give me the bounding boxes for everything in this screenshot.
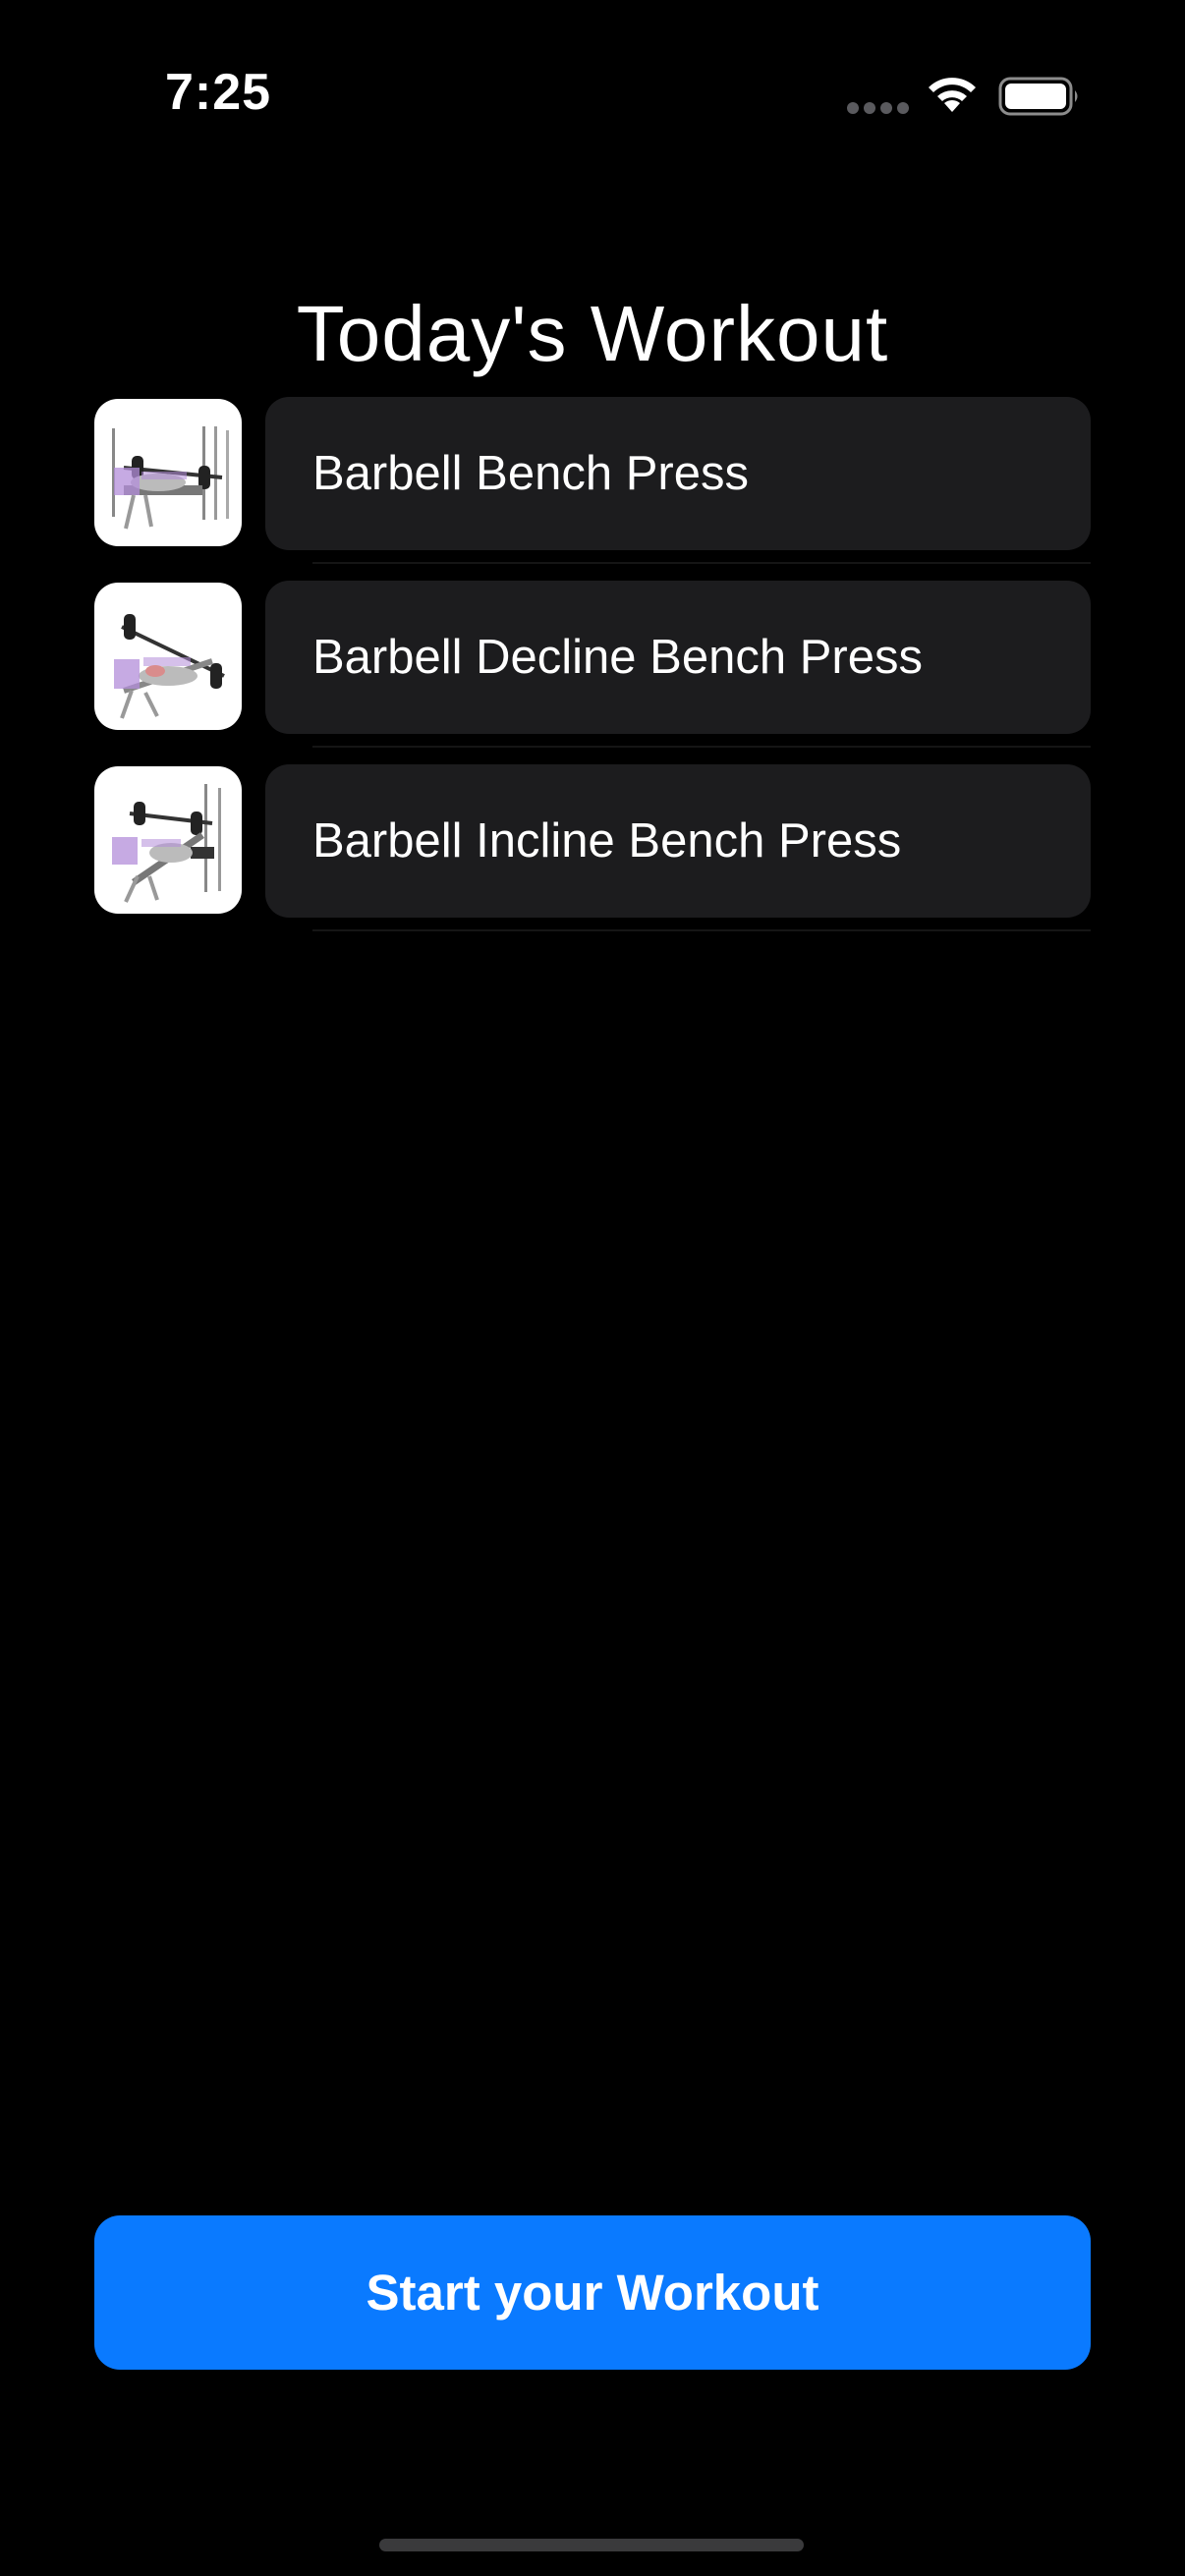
decline-bench-press-icon: [94, 583, 242, 730]
wifi-icon: [929, 78, 976, 112]
home-indicator[interactable]: [379, 2539, 804, 2551]
exercise-row[interactable]: Barbell Incline Bench Press: [94, 760, 1091, 931]
bench-press-icon: [94, 399, 242, 546]
incline-bench-press-icon: [94, 766, 242, 914]
exercise-name: Barbell Decline Bench Press: [312, 631, 923, 684]
exercise-name: Barbell Bench Press: [312, 447, 749, 500]
exercise-card[interactable]: Barbell Decline Bench Press: [265, 581, 1091, 734]
exercise-card[interactable]: Barbell Bench Press: [265, 397, 1091, 550]
page-title: Today's Workout: [296, 289, 889, 377]
status-time: 7:25: [165, 64, 272, 121]
exercise-card[interactable]: Barbell Incline Bench Press: [265, 764, 1091, 918]
row-separator: [312, 746, 1091, 748]
signal-dots-icon: [847, 102, 910, 116]
exercise-name: Barbell Incline Bench Press: [312, 814, 902, 868]
battery-icon: [998, 77, 1078, 116]
status-bar: 7:25: [0, 0, 1185, 147]
exercise-row[interactable]: Barbell Decline Bench Press: [94, 577, 1091, 748]
start-workout-button[interactable]: Start your Workout: [94, 2215, 1091, 2370]
exercise-row[interactable]: Barbell Bench Press: [94, 393, 1091, 564]
row-separator: [312, 929, 1091, 931]
row-separator: [312, 562, 1091, 564]
